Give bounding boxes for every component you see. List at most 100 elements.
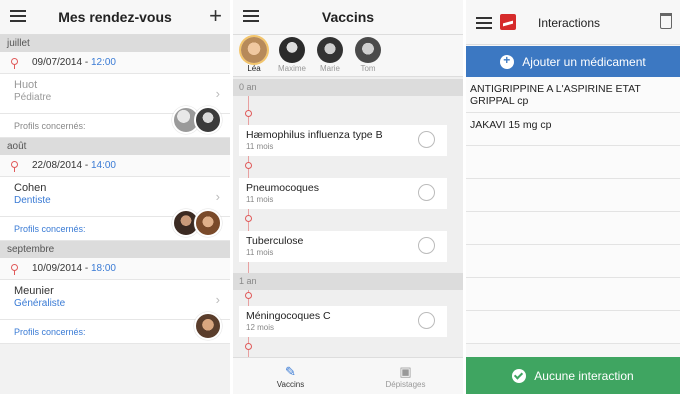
page-title: Interactions (538, 16, 601, 30)
vaccine-age: 11 mois (246, 195, 274, 204)
profile-selector: Léa Maxime Marie Tom (233, 35, 463, 77)
interactions-header: Interactions (466, 0, 680, 45)
profile-name: Tom (360, 64, 376, 73)
doctor-name: Meunier (14, 285, 54, 297)
page-title: Mes rendez-vous (58, 9, 172, 25)
hamburger-menu-icon[interactable] (10, 10, 26, 22)
doctor-specialty: Pédiatre (14, 92, 52, 103)
vaccine-checkbox[interactable] (418, 131, 435, 148)
avatar (317, 37, 343, 63)
rendezvous-header: Mes rendez-vous + (0, 0, 230, 35)
vaccine-row[interactable]: Hæmophilus influenza type B 11 mois (239, 125, 447, 156)
appointment-date-row: 09/07/2014 - 12:00 (0, 52, 230, 74)
profiles-label: Profils concernés: (14, 121, 86, 131)
vaccins-screen: Vaccins Léa Maxime Marie Tom 0 an Hæmoph… (233, 0, 463, 394)
vaccine-age: 11 mois (246, 142, 274, 151)
profiles-label: Profils concernés: (14, 327, 86, 337)
timeline-node (245, 162, 252, 169)
timeline-node (245, 343, 252, 350)
appointment-time: 12:00 (90, 57, 116, 68)
check-icon (512, 368, 527, 383)
profiles-row: Profils concernés: (0, 106, 230, 138)
vaccine-name: Hæmophilus influenza type B (246, 129, 383, 141)
appointment-date: 22/08/2014 (32, 160, 83, 171)
calendar-plus-icon: ▣ (399, 363, 412, 379)
profile-maxime[interactable]: Maxime (275, 37, 309, 76)
medication-item[interactable]: JAKAVI 15 mg cp (466, 113, 680, 146)
hamburger-menu-icon[interactable] (243, 10, 259, 22)
timeline-node (245, 292, 252, 299)
medication-list: ANTIGRIPPINE A L'ASPIRINE ETAT GRIPPAL c… (466, 77, 680, 344)
vaccine-age: 12 mois (246, 323, 275, 332)
interactions-screen: Interactions Ajouter un médicament ANTIG… (466, 0, 680, 394)
vaccine-timeline: Hæmophilus influenza type B 11 mois Pneu… (233, 96, 463, 357)
tab-bar: ✎ Vaccins ▣ Dépistages (233, 357, 463, 394)
profile-name: Marie (319, 64, 340, 73)
hamburger-menu-icon[interactable] (476, 17, 492, 29)
tab-depistages[interactable]: ▣ Dépistages (348, 358, 463, 394)
doctor-row[interactable]: Meunier Généraliste › (0, 280, 230, 320)
tab-label: Dépistages (385, 379, 426, 389)
profile-lea[interactable]: Léa (237, 37, 271, 76)
trash-icon[interactable] (660, 13, 672, 29)
vaccine-name: Méningocoques C (246, 310, 331, 322)
vidal-logo-icon (500, 14, 516, 30)
no-interaction-button[interactable]: Aucune interaction (466, 357, 680, 394)
vaccine-checkbox[interactable] (418, 312, 435, 329)
profiles-row: Profils concernés: (0, 312, 230, 344)
vaccins-header: Vaccins (233, 0, 463, 35)
add-medication-button[interactable]: Ajouter un médicament (466, 46, 680, 77)
appointment-date-row: 22/08/2014 - 14:00 (0, 155, 230, 177)
pill-add-icon (500, 53, 515, 69)
doctor-name: Cohen (14, 182, 47, 194)
rendezvous-screen: Mes rendez-vous + juillet 09/07/2014 - 1… (0, 0, 230, 394)
month-header: septembre (0, 241, 230, 258)
vaccine-name: Tuberculose (246, 235, 304, 247)
avatar (194, 312, 222, 340)
month-header: août (0, 138, 230, 155)
empty-row (466, 212, 680, 245)
profile-name: Maxime (277, 64, 306, 73)
vaccine-row[interactable]: Tuberculose 11 mois (239, 231, 447, 262)
avatar (194, 106, 222, 134)
appointment-date-row: 10/09/2014 - 18:00 (0, 258, 230, 280)
no-interaction-label: Aucune interaction (534, 368, 634, 383)
page-title: Vaccins (321, 9, 375, 25)
empty-row (466, 245, 680, 278)
appointment-date: 10/09/2014 (32, 263, 83, 274)
add-medication-label: Ajouter un médicament (522, 54, 646, 69)
vaccine-row[interactable]: Méningocoques C 12 mois (239, 306, 447, 337)
chevron-right-icon: › (215, 189, 220, 204)
vaccine-checkbox[interactable] (418, 237, 435, 254)
avatar (355, 37, 381, 63)
pin-icon (11, 161, 18, 172)
profiles-row: Profils concernés: (0, 209, 230, 241)
medication-item[interactable]: ANTIGRIPPINE A L'ASPIRINE ETAT GRIPPAL c… (466, 77, 680, 113)
profiles-label: Profils concernés: (14, 224, 86, 234)
avatar (194, 209, 222, 237)
age-group-header: 0 an (233, 79, 463, 96)
tab-vaccins[interactable]: ✎ Vaccins (233, 358, 348, 394)
vaccine-row[interactable]: Pneumocoques 11 mois (239, 178, 447, 209)
appointment-time: 14:00 (90, 160, 116, 171)
avatar (241, 37, 267, 63)
syringe-icon: ✎ (285, 363, 296, 379)
empty-row (466, 179, 680, 212)
pin-icon (11, 58, 18, 69)
empty-row (466, 278, 680, 311)
doctor-name: Huot (14, 79, 38, 91)
age-group-header: 1 an (233, 273, 463, 290)
vaccine-name: Pneumocoques (246, 182, 319, 194)
appointment-time: 18:00 (90, 263, 116, 274)
timeline-node (245, 110, 252, 117)
timeline-node (245, 215, 252, 222)
empty-row (466, 146, 680, 179)
doctor-specialty: Dentiste (14, 195, 51, 206)
vaccine-checkbox[interactable] (418, 184, 435, 201)
profile-marie[interactable]: Marie (313, 37, 347, 76)
add-appointment-icon[interactable]: + (209, 3, 222, 29)
avatar (279, 37, 305, 63)
chevron-right-icon: › (215, 292, 220, 307)
profile-tom[interactable]: Tom (351, 37, 385, 76)
vaccine-age: 11 mois (246, 248, 274, 257)
